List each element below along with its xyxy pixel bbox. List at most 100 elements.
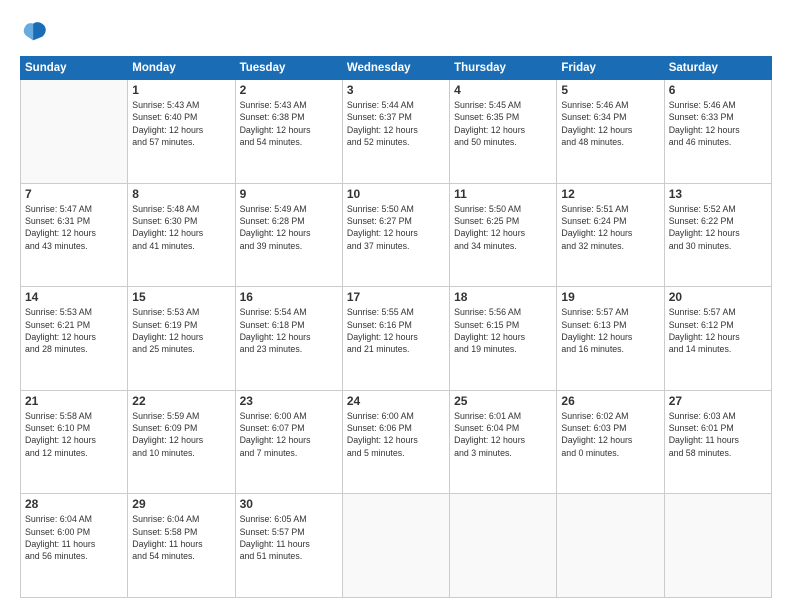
day-number: 13 <box>669 187 767 201</box>
day-info: Sunrise: 5:43 AM Sunset: 6:38 PM Dayligh… <box>240 99 338 148</box>
day-number: 15 <box>132 290 230 304</box>
day-number: 18 <box>454 290 552 304</box>
calendar-cell: 23 Sunrise: 6:00 AM Sunset: 6:07 PM Dayli… <box>235 390 342 494</box>
calendar-week-row: 28 Sunrise: 6:04 AM Sunset: 6:00 PM Dayli… <box>21 494 772 598</box>
calendar-cell: 6Sunrise: 5:46 AM Sunset: 6:33 PM Daylig… <box>664 80 771 184</box>
day-number: 21 <box>25 394 123 408</box>
calendar-cell: 13 Sunrise: 5:52 AM Sunset: 6:22 PM Dayli… <box>664 183 771 287</box>
day-info: Sunrise: 5:50 AM Sunset: 6:27 PM Dayligh… <box>347 203 445 252</box>
day-info: Sunrise: 6:00 AM Sunset: 6:07 PM Dayligh… <box>240 410 338 459</box>
calendar-week-row: 1 Sunrise: 5:43 AM Sunset: 6:40 PM Daylig… <box>21 80 772 184</box>
calendar-cell <box>557 494 664 598</box>
day-number: 7 <box>25 187 123 201</box>
day-number: 12 <box>561 187 659 201</box>
day-info: Sunrise: 5:43 AM Sunset: 6:40 PM Dayligh… <box>132 99 230 148</box>
day-info: Sunrise: 6:04 AM Sunset: 6:00 PM Dayligh… <box>25 513 123 562</box>
day-number: 28 <box>25 497 123 511</box>
day-number: 9 <box>240 187 338 201</box>
day-info: Sunrise: 5:44 AM Sunset: 6:37 PM Dayligh… <box>347 99 445 148</box>
day-info: Sunrise: 5:55 AM Sunset: 6:16 PM Dayligh… <box>347 306 445 355</box>
day-info: Sunrise: 5:53 AM Sunset: 6:21 PM Dayligh… <box>25 306 123 355</box>
day-info: Sunrise: 5:53 AM Sunset: 6:19 PM Dayligh… <box>132 306 230 355</box>
calendar-header-wednesday: Wednesday <box>342 57 449 80</box>
day-info: Sunrise: 5:57 AM Sunset: 6:13 PM Dayligh… <box>561 306 659 355</box>
calendar-cell: 4 Sunrise: 5:45 AM Sunset: 6:35 PM Daylig… <box>450 80 557 184</box>
calendar-cell: 1 Sunrise: 5:43 AM Sunset: 6:40 PM Daylig… <box>128 80 235 184</box>
day-info: Sunrise: 5:57 AM Sunset: 6:12 PM Dayligh… <box>669 306 767 355</box>
day-number: 19 <box>561 290 659 304</box>
calendar-header-row: SundayMondayTuesdayWednesdayThursdayFrid… <box>21 57 772 80</box>
day-info: Sunrise: 5:58 AM Sunset: 6:10 PM Dayligh… <box>25 410 123 459</box>
day-info: Sunrise: 5:54 AM Sunset: 6:18 PM Dayligh… <box>240 306 338 355</box>
day-info: Sunrise: 5:45 AM Sunset: 6:35 PM Dayligh… <box>454 99 552 148</box>
calendar-header-thursday: Thursday <box>450 57 557 80</box>
calendar-header-sunday: Sunday <box>21 57 128 80</box>
calendar-week-row: 14 Sunrise: 5:53 AM Sunset: 6:21 PM Dayli… <box>21 287 772 391</box>
calendar-cell: 11 Sunrise: 5:50 AM Sunset: 6:25 PM Dayli… <box>450 183 557 287</box>
calendar-cell: 19 Sunrise: 5:57 AM Sunset: 6:13 PM Dayli… <box>557 287 664 391</box>
calendar-cell: 21 Sunrise: 5:58 AM Sunset: 6:10 PM Dayli… <box>21 390 128 494</box>
calendar-cell: 3 Sunrise: 5:44 AM Sunset: 6:37 PM Daylig… <box>342 80 449 184</box>
calendar-cell: 16 Sunrise: 5:54 AM Sunset: 6:18 PM Dayli… <box>235 287 342 391</box>
calendar-cell: 17 Sunrise: 5:55 AM Sunset: 6:16 PM Dayli… <box>342 287 449 391</box>
day-number: 20 <box>669 290 767 304</box>
day-info: Sunrise: 5:51 AM Sunset: 6:24 PM Dayligh… <box>561 203 659 252</box>
day-number: 3 <box>347 83 445 97</box>
day-number: 26 <box>561 394 659 408</box>
logo <box>20 18 52 46</box>
calendar-cell: 29 Sunrise: 6:04 AM Sunset: 5:58 PM Dayli… <box>128 494 235 598</box>
calendar-header-monday: Monday <box>128 57 235 80</box>
day-number: 11 <box>454 187 552 201</box>
day-number: 30 <box>240 497 338 511</box>
calendar-cell: 30 Sunrise: 6:05 AM Sunset: 5:57 PM Dayli… <box>235 494 342 598</box>
calendar-cell: 8 Sunrise: 5:48 AM Sunset: 6:30 PM Daylig… <box>128 183 235 287</box>
day-number: 10 <box>347 187 445 201</box>
calendar-cell: 7 Sunrise: 5:47 AM Sunset: 6:31 PM Daylig… <box>21 183 128 287</box>
calendar-cell: 12 Sunrise: 5:51 AM Sunset: 6:24 PM Dayli… <box>557 183 664 287</box>
calendar-cell: 10 Sunrise: 5:50 AM Sunset: 6:27 PM Dayli… <box>342 183 449 287</box>
day-info: Sunrise: 5:52 AM Sunset: 6:22 PM Dayligh… <box>669 203 767 252</box>
day-info: Sunrise: 6:05 AM Sunset: 5:57 PM Dayligh… <box>240 513 338 562</box>
calendar-week-row: 7 Sunrise: 5:47 AM Sunset: 6:31 PM Daylig… <box>21 183 772 287</box>
calendar-cell <box>342 494 449 598</box>
day-number: 1 <box>132 83 230 97</box>
calendar-cell: 18Sunrise: 5:56 AM Sunset: 6:15 PM Dayli… <box>450 287 557 391</box>
logo-icon <box>20 18 48 46</box>
calendar-cell: 26Sunrise: 6:02 AM Sunset: 6:03 PM Dayli… <box>557 390 664 494</box>
calendar-week-row: 21 Sunrise: 5:58 AM Sunset: 6:10 PM Dayli… <box>21 390 772 494</box>
day-number: 27 <box>669 394 767 408</box>
day-number: 16 <box>240 290 338 304</box>
calendar-cell: 15 Sunrise: 5:53 AM Sunset: 6:19 PM Dayli… <box>128 287 235 391</box>
day-number: 23 <box>240 394 338 408</box>
day-info: Sunrise: 6:03 AM Sunset: 6:01 PM Dayligh… <box>669 410 767 459</box>
day-info: Sunrise: 6:01 AM Sunset: 6:04 PM Dayligh… <box>454 410 552 459</box>
calendar-header-tuesday: Tuesday <box>235 57 342 80</box>
day-number: 4 <box>454 83 552 97</box>
day-number: 5 <box>561 83 659 97</box>
day-number: 14 <box>25 290 123 304</box>
calendar-cell: 22Sunrise: 5:59 AM Sunset: 6:09 PM Dayli… <box>128 390 235 494</box>
calendar-cell: 5 Sunrise: 5:46 AM Sunset: 6:34 PM Daylig… <box>557 80 664 184</box>
day-info: Sunrise: 5:48 AM Sunset: 6:30 PM Dayligh… <box>132 203 230 252</box>
page: SundayMondayTuesdayWednesdayThursdayFrid… <box>0 0 792 612</box>
calendar-cell <box>450 494 557 598</box>
day-number: 25 <box>454 394 552 408</box>
calendar-cell: 14 Sunrise: 5:53 AM Sunset: 6:21 PM Dayli… <box>21 287 128 391</box>
calendar-cell: 20 Sunrise: 5:57 AM Sunset: 6:12 PM Dayli… <box>664 287 771 391</box>
day-info: Sunrise: 6:00 AM Sunset: 6:06 PM Dayligh… <box>347 410 445 459</box>
day-info: Sunrise: 5:46 AM Sunset: 6:34 PM Dayligh… <box>561 99 659 148</box>
calendar-cell: 28 Sunrise: 6:04 AM Sunset: 6:00 PM Dayli… <box>21 494 128 598</box>
day-number: 17 <box>347 290 445 304</box>
day-info: Sunrise: 5:50 AM Sunset: 6:25 PM Dayligh… <box>454 203 552 252</box>
calendar-header-friday: Friday <box>557 57 664 80</box>
calendar-table: SundayMondayTuesdayWednesdayThursdayFrid… <box>20 56 772 598</box>
day-number: 8 <box>132 187 230 201</box>
header <box>20 18 772 46</box>
day-info: Sunrise: 5:59 AM Sunset: 6:09 PM Dayligh… <box>132 410 230 459</box>
calendar-header-saturday: Saturday <box>664 57 771 80</box>
day-info: Sunrise: 5:47 AM Sunset: 6:31 PM Dayligh… <box>25 203 123 252</box>
day-number: 6 <box>669 83 767 97</box>
calendar-cell: 25 Sunrise: 6:01 AM Sunset: 6:04 PM Dayli… <box>450 390 557 494</box>
day-number: 29 <box>132 497 230 511</box>
day-info: Sunrise: 6:04 AM Sunset: 5:58 PM Dayligh… <box>132 513 230 562</box>
